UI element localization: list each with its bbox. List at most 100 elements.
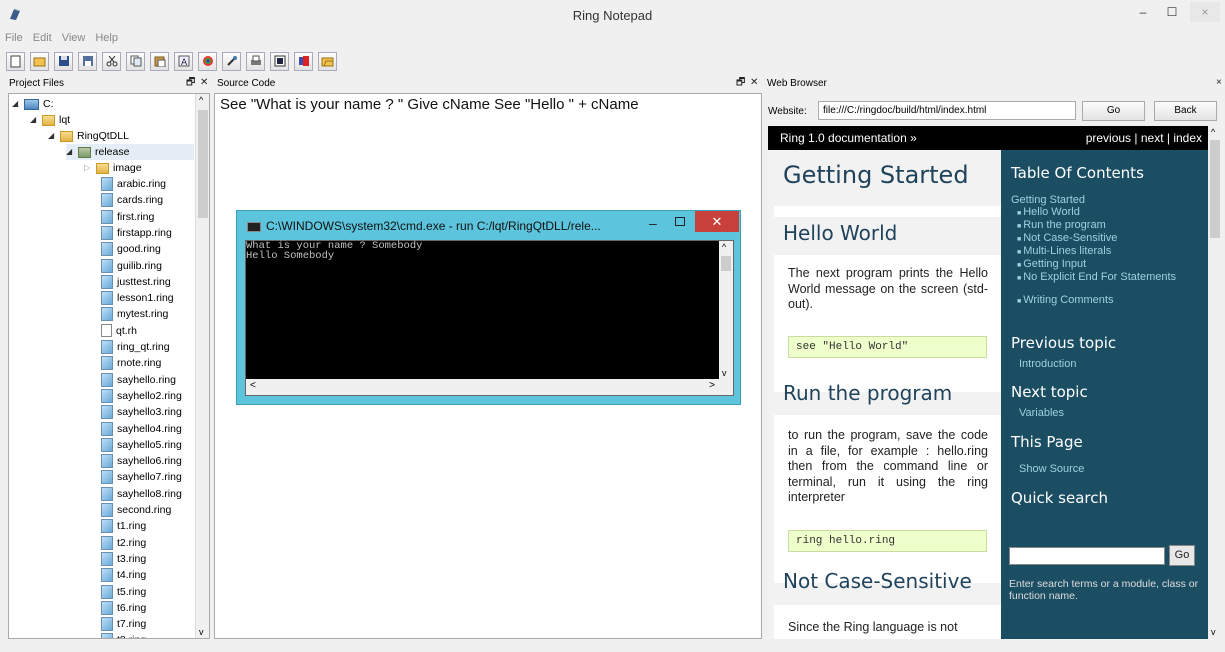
- tree-file-row[interactable]: cards.ring: [101, 192, 163, 208]
- tree-file-row[interactable]: t2.ring: [101, 535, 146, 551]
- cmd-horizontal-scrollbar[interactable]: < >: [246, 379, 733, 395]
- doc-nav-links[interactable]: previous | next | index: [1086, 126, 1202, 150]
- tree-file-row[interactable]: sayhello.ring: [101, 372, 176, 388]
- search-input[interactable]: [1009, 547, 1165, 565]
- cmd-console[interactable]: What is your name ? Somebody Hello Someb…: [245, 240, 734, 396]
- tree-file-row[interactable]: justtest.ring: [101, 274, 171, 290]
- tree-file-row[interactable]: good.ring: [101, 241, 161, 257]
- tree-file-row[interactable]: rnote.ring: [101, 355, 161, 371]
- tree-file-row[interactable]: t5.ring: [101, 584, 146, 600]
- tree-file-row[interactable]: t3.ring: [101, 551, 146, 567]
- project-close-button[interactable]: ✕: [200, 76, 208, 90]
- tree-node-release[interactable]: ◢ release: [66, 144, 194, 160]
- toc-sub-link[interactable]: ■ Writing Comments: [1017, 294, 1187, 308]
- expand-arrow-icon[interactable]: ◢: [48, 128, 56, 144]
- source-close-button[interactable]: ✕: [750, 76, 758, 90]
- back-button[interactable]: Back: [1154, 101, 1217, 121]
- tree-node-lqt[interactable]: ◢ lqt: [30, 112, 70, 128]
- toc-link-getting-started[interactable]: Getting Started: [1011, 194, 1085, 206]
- tree-file-row[interactable]: mytest.ring: [101, 306, 168, 322]
- cmd-minimize-button[interactable]: –: [649, 215, 657, 231]
- tree-file-row[interactable]: sayhello8.ring: [101, 486, 182, 502]
- tree-file-row[interactable]: guilib.ring: [101, 258, 162, 274]
- browser-close-button[interactable]: ×: [1216, 76, 1222, 90]
- tree-node-image[interactable]: ▷ image: [84, 160, 142, 176]
- doc-scrollbar[interactable]: ^ v: [1208, 126, 1222, 639]
- expand-arrow-icon[interactable]: ◢: [12, 96, 20, 112]
- menu-file[interactable]: File: [0, 30, 28, 46]
- tree-file-row[interactable]: sayhello5.ring: [101, 437, 182, 453]
- tree-file-row[interactable]: second.ring: [101, 502, 171, 518]
- open-icon[interactable]: [30, 51, 49, 71]
- tree-node-drive[interactable]: ◢ C:: [12, 96, 54, 112]
- scroll-up-icon[interactable]: ^: [199, 95, 203, 105]
- toc-sub-link[interactable]: ■ Not Case-Sensitive: [1017, 232, 1187, 246]
- tree-file-row[interactable]: t8.ring: [101, 632, 146, 638]
- tree-node-ringqtdll[interactable]: ◢ RingQtDLL: [48, 128, 129, 144]
- menu-edit[interactable]: Edit: [28, 30, 57, 46]
- tree-file-row[interactable]: ring_qt.ring: [101, 339, 170, 355]
- menu-help[interactable]: Help: [90, 30, 123, 46]
- scrollbar-thumb[interactable]: [1210, 140, 1220, 238]
- show-source-link[interactable]: Show Source: [1019, 463, 1084, 475]
- debug-icon[interactable]: [294, 51, 313, 71]
- doc-home-link[interactable]: Ring 1.0 documentation »: [780, 126, 917, 150]
- save-as-icon[interactable]: [78, 51, 97, 71]
- collapse-arrow-icon[interactable]: ▷: [84, 160, 92, 176]
- cmd-maximize-button[interactable]: [675, 217, 685, 226]
- minimize-button[interactable]: –: [1128, 2, 1158, 22]
- source-float-button[interactable]: 🗗: [736, 76, 745, 90]
- project-tree[interactable]: ◢ C: ◢ lqt ◢ RingQtDLL ◢ release ▷ image arab…: [8, 93, 210, 639]
- color-icon[interactable]: [198, 51, 217, 71]
- tree-file-row[interactable]: t7.ring: [101, 616, 146, 632]
- scroll-down-icon[interactable]: v: [722, 368, 727, 378]
- close-button[interactable]: ×: [1190, 2, 1220, 22]
- toc-sub-link[interactable]: ■ Multi-Lines literals: [1017, 245, 1187, 259]
- font-icon[interactable]: A: [174, 51, 193, 71]
- toc-sub-link[interactable]: ■ Hello World: [1017, 206, 1187, 220]
- new-file-icon[interactable]: [6, 51, 25, 71]
- run-icon[interactable]: [270, 51, 289, 71]
- toc-sub-link[interactable]: ■ Getting Input: [1017, 258, 1187, 272]
- tree-file-row[interactable]: sayhello2.ring: [101, 388, 182, 404]
- tree-file-row[interactable]: t1.ring: [101, 518, 146, 534]
- tree-file-row[interactable]: t4.ring: [101, 567, 146, 583]
- tree-file-row[interactable]: t6.ring: [101, 600, 146, 616]
- scrollbar-thumb[interactable]: [721, 256, 731, 271]
- tree-file-row[interactable]: sayhello6.ring: [101, 453, 182, 469]
- expand-arrow-icon[interactable]: ◢: [66, 144, 74, 160]
- find-icon[interactable]: [222, 51, 241, 71]
- scroll-left-icon[interactable]: <: [250, 380, 256, 391]
- save-icon[interactable]: [54, 51, 73, 71]
- print-icon[interactable]: [246, 51, 265, 71]
- next-topic-link[interactable]: Variables: [1019, 407, 1064, 419]
- source-code-text[interactable]: See "What is your name ? " Give cName Se…: [220, 96, 639, 113]
- scroll-up-icon[interactable]: ^: [722, 242, 726, 252]
- scroll-down-icon[interactable]: v: [199, 627, 204, 637]
- tree-file-row[interactable]: lesson1.ring: [101, 290, 174, 306]
- search-go-button[interactable]: Go: [1169, 545, 1195, 566]
- tree-file-row[interactable]: sayhello4.ring: [101, 421, 182, 437]
- cmd-vertical-scrollbar[interactable]: ^ v: [719, 241, 733, 379]
- tree-file-row[interactable]: arabic.ring: [101, 176, 166, 192]
- maximize-button[interactable]: ☐: [1157, 2, 1187, 22]
- toc-sub-link[interactable]: ■ Run the program: [1017, 219, 1187, 233]
- copy-icon[interactable]: [126, 51, 145, 71]
- url-input[interactable]: file:///C:/ringdoc/build/html/index.html: [818, 101, 1076, 120]
- scrollbar-thumb[interactable]: [198, 110, 208, 218]
- open-folder-icon[interactable]: [318, 51, 337, 71]
- tree-file-row[interactable]: first.ring: [101, 209, 154, 225]
- cmd-close-button[interactable]: ✕: [695, 211, 739, 232]
- cut-icon[interactable]: [102, 51, 121, 71]
- tree-file-row[interactable]: firstapp.ring: [101, 225, 172, 241]
- scroll-down-icon[interactable]: v: [1211, 627, 1216, 637]
- tree-file-row[interactable]: qt.rh: [101, 323, 137, 339]
- expand-arrow-icon[interactable]: ◢: [30, 112, 38, 128]
- tree-scrollbar[interactable]: ^ v: [195, 94, 209, 638]
- scroll-right-icon[interactable]: >: [709, 380, 715, 391]
- menu-view[interactable]: View: [57, 30, 91, 46]
- tree-file-row[interactable]: sayhello3.ring: [101, 404, 182, 420]
- scroll-up-icon[interactable]: ^: [1211, 127, 1215, 137]
- project-float-button[interactable]: 🗗: [186, 76, 195, 90]
- paste-icon[interactable]: [150, 51, 169, 71]
